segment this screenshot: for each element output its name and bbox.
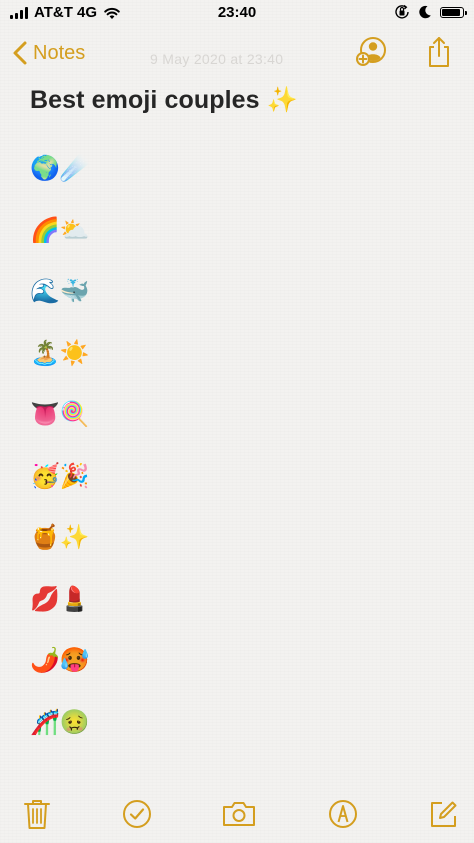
battery-icon xyxy=(440,6,467,18)
emoji-pair-list[interactable]: 🌍☄️ 🌈⛅ 🌊🐳 🏝️☀️ 👅🍭 🥳🎉 🍯✨ 💋💄 🌶️🥵 🎢🤢 xyxy=(30,150,90,765)
emoji-pair-row[interactable]: 💋💄 xyxy=(30,581,90,643)
back-to-notes-button[interactable]: Notes xyxy=(10,38,85,68)
do-not-disturb-moon-icon xyxy=(418,5,432,19)
note-date-watermark: 9 May 2020 at 23:40 xyxy=(150,51,284,67)
emoji-pair-row[interactable]: 🎢🤢 xyxy=(30,704,90,766)
compose-button[interactable] xyxy=(425,796,461,832)
camera-icon xyxy=(223,802,255,826)
checklist-button[interactable] xyxy=(119,796,155,832)
markup-icon xyxy=(329,800,357,828)
trash-icon xyxy=(24,800,50,829)
delete-button[interactable] xyxy=(19,796,55,832)
add-people-icon xyxy=(356,37,386,66)
emoji-pair-row[interactable]: 🍯✨ xyxy=(30,519,90,581)
markup-button[interactable] xyxy=(325,796,361,832)
orientation-lock-icon xyxy=(394,4,410,20)
camera-button[interactable] xyxy=(221,796,257,832)
emoji-pair-row[interactable]: 👅🍭 xyxy=(30,396,90,458)
bottom-toolbar xyxy=(0,790,474,840)
emoji-pair-row[interactable]: 🌈⛅ xyxy=(30,212,90,274)
status-bar: AT&T 4G 23:40 xyxy=(0,0,474,26)
share-button[interactable] xyxy=(421,34,457,70)
navigation-bar: Notes 9 May 2020 at 23:40 xyxy=(0,30,474,74)
chevron-left-icon xyxy=(10,38,32,68)
add-people-button[interactable] xyxy=(353,34,389,70)
emoji-pair-row[interactable]: 🏝️☀️ xyxy=(30,335,90,397)
emoji-pair-row[interactable]: 🌶️🥵 xyxy=(30,642,90,704)
compose-icon xyxy=(431,801,457,827)
share-icon xyxy=(429,37,449,67)
note-title[interactable]: Best emoji couples ✨ xyxy=(30,86,298,115)
checklist-icon xyxy=(123,800,151,828)
status-right xyxy=(394,4,467,20)
back-button-label: Notes xyxy=(33,41,86,64)
emoji-pair-row[interactable]: 🌍☄️ xyxy=(30,150,90,212)
emoji-pair-row[interactable]: 🥳🎉 xyxy=(30,458,90,520)
emoji-pair-row[interactable]: 🌊🐳 xyxy=(30,273,90,335)
